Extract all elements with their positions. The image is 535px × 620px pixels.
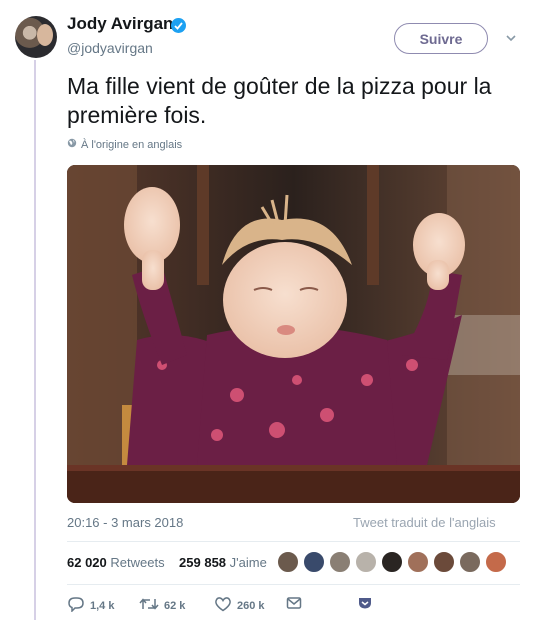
share-button[interactable] [357,596,373,613]
globe-icon [67,138,77,151]
avatar[interactable] [15,16,57,58]
likes-stat[interactable]: 259 858 J'aime [179,555,267,570]
divider [67,584,520,585]
liker-avatar[interactable] [433,551,455,573]
verified-icon [171,18,186,33]
reply-count: 1,4 k [90,599,115,612]
like-button[interactable]: 260 k [214,596,265,615]
tweet-timestamp[interactable]: 20:16 - 3 mars 2018 [67,515,183,530]
liker-avatar[interactable] [329,551,351,573]
retweet-button[interactable]: 62 k [139,596,185,615]
liker-avatars [277,551,511,575]
follow-button[interactable]: Suivre [394,23,488,54]
reply-button[interactable]: 1,4 k [67,596,114,615]
author-name[interactable]: Jody Avirgan [67,14,173,34]
translated-from-note: Tweet traduit de l'anglais [353,515,496,530]
author-handle[interactable]: @jodyavirgan [67,40,153,56]
reply-icon [67,596,85,615]
retweet-count: 62 k [164,599,186,612]
message-icon [286,596,302,613]
liker-avatar[interactable] [303,551,325,573]
retweets-stat[interactable]: 62 020 Retweets [67,555,165,570]
chevron-down-icon[interactable] [504,31,518,45]
message-button[interactable] [286,596,302,613]
like-count: 260 k [237,599,265,612]
tweet-actions: 1,4 k 62 k 260 k [67,596,520,616]
retweet-icon [139,596,159,615]
translation-note[interactable]: À l'origine en anglais [67,138,182,151]
tweet-text: Ma fille vient de goûter de la pizza pou… [67,73,492,128]
tweet-photo[interactable] [67,165,520,503]
divider [67,541,520,542]
liker-avatar[interactable] [485,551,507,573]
liker-avatar[interactable] [381,551,403,573]
liker-avatar[interactable] [355,551,377,573]
liker-avatar[interactable] [407,551,429,573]
thread-line [34,60,36,620]
share-icon [357,596,373,613]
translation-note-label: À l'origine en anglais [81,138,183,151]
like-icon [214,596,232,615]
liker-avatar[interactable] [459,551,481,573]
liker-avatar[interactable] [277,551,299,573]
engagement-stats: 62 020 Retweets 259 858 J'aime [67,555,267,570]
